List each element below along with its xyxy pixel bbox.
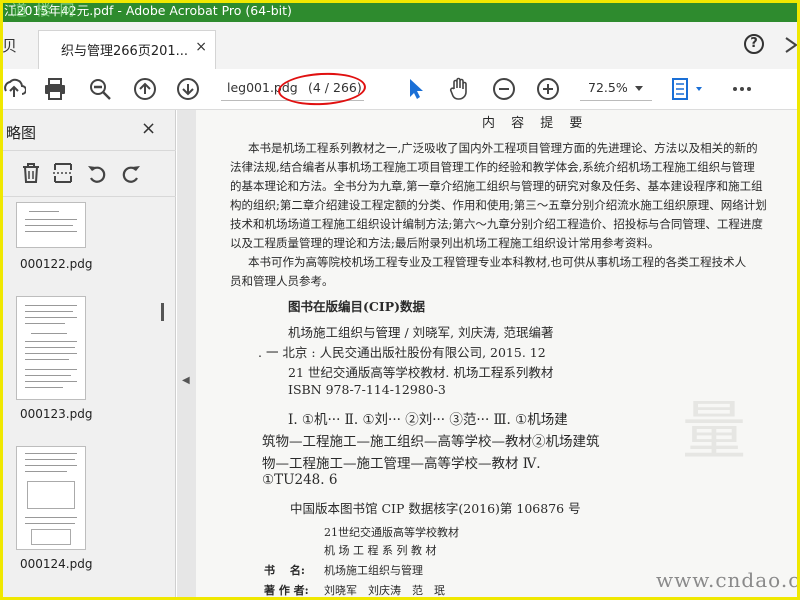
- page-thumbnail-000124[interactable]: [16, 446, 86, 550]
- summary-line: 法律法规,结合编者从事机场工程施工项目管理工作的经验和教学体会,系统介绍机场工程…: [230, 160, 755, 174]
- book-name-label: 书 名:: [264, 564, 305, 577]
- zoom-out-circle-icon[interactable]: [492, 77, 516, 101]
- page-down-icon[interactable]: [176, 77, 200, 101]
- cip-line: ISBN 978-7-114-12980-3: [288, 382, 446, 397]
- book-name-value: 机场施工组织与管理: [324, 564, 423, 577]
- classification-line: 物—工程施工—施工管理—高等学校—教材 Ⅳ.: [262, 456, 541, 472]
- site-watermark-top: 道 楼 网: [12, 1, 77, 19]
- insert-page-icon[interactable]: [52, 162, 74, 184]
- rotate-clockwise-icon[interactable]: [120, 162, 142, 184]
- thumbnail-label: 000122.pdg: [20, 257, 93, 271]
- help-icon[interactable]: ?: [744, 34, 764, 54]
- series-line: 21世纪交通版高等学校教材: [324, 526, 459, 539]
- panel-scrollbar-thumb[interactable]: [161, 303, 164, 321]
- page-thumbnail-000123[interactable]: [16, 296, 86, 400]
- window-edge-icon[interactable]: [784, 36, 798, 54]
- page-heading: 内 容 提 要: [482, 116, 589, 131]
- tab-active-document[interactable]: 织与管理266页201... ×: [38, 30, 216, 69]
- pdf-page: 量 内 容 提 要 本书是机场工程系列教材之一,广泛吸收了国内外工程项目管理方面…: [196, 110, 800, 600]
- classification-line: Ⅰ. ①机··· Ⅱ. ①刘··· ②刘··· ③范··· Ⅲ. ①机场建: [288, 412, 568, 428]
- author-label: 著 作 者:: [264, 584, 309, 597]
- toolbar: leg001.pdg (4 / 266) 72.5%: [0, 69, 800, 110]
- collapse-panel-arrow-icon[interactable]: ◀: [182, 375, 190, 386]
- cip-line: 21 世纪交通版高等学校教材. 机场工程系列教材: [288, 365, 554, 380]
- summary-line: 本书是机场工程系列教材之一,广泛吸收了国内外工程项目管理方面的先进理论、方法以及…: [248, 141, 758, 155]
- panel-divider-2: [0, 196, 176, 197]
- fit-page-icon[interactable]: [670, 77, 706, 101]
- delete-page-icon[interactable]: [20, 162, 42, 184]
- zoom-out-icon[interactable]: [88, 77, 112, 101]
- classification-line: 筑物—工程施工—施工组织—高等学校—教材②机场建筑: [262, 434, 600, 450]
- series-line: 机 场 工 程 系 列 教 材: [324, 544, 437, 557]
- select-cursor-icon[interactable]: [404, 77, 428, 101]
- page-thumbnail-000122[interactable]: [16, 202, 86, 248]
- print-icon[interactable]: [43, 77, 67, 101]
- tab-previous[interactable]: 贝: [0, 32, 40, 69]
- panel-close-icon[interactable]: ×: [141, 118, 156, 139]
- tab-label: 织与管理266页201...: [61, 44, 189, 59]
- thumbnail-panel: 略图 × 000122.pdg 000123.pdg 000124.pdg: [0, 110, 176, 600]
- thumbnail-label: 000124.pdg: [20, 557, 93, 571]
- summary-line: 技术和机场场道工程施工组织设计编制方法;第六～九章分别介绍工程造价、招投标与合同…: [230, 217, 763, 231]
- zoom-underline: [580, 100, 652, 101]
- red-annotation-ellipse: [277, 70, 367, 108]
- thumbnail-label: 000123.pdg: [20, 407, 93, 421]
- panel-title: 略图: [6, 124, 37, 142]
- title-bar: 江2015年42元.pdf - Adobe Acrobat Pro (64-bi…: [0, 0, 800, 22]
- site-watermark-footer: www.cndao.com: [656, 568, 800, 592]
- author-value: 刘晓军 刘庆涛 范 珉: [324, 584, 445, 597]
- cip-line: . 一 北京 : 人民交通出版社股份有限公司, 2015. 12: [258, 345, 546, 360]
- cip-line: 机场施工组织与管理 / 刘晓军, 刘庆涛, 范珉编著: [288, 325, 554, 340]
- summary-line: 构的组织;第二章介绍建设工程定额的分类、作用和使用;第三～五章分别介绍流水施工组…: [230, 198, 767, 212]
- tab-close-icon[interactable]: ×: [195, 39, 207, 55]
- panel-divider: [0, 150, 176, 151]
- summary-line: 的基本理论和方法。全书分为九章,第一章介绍施工组织与管理的研究对象及任务、基本建…: [230, 179, 763, 193]
- classification-line: ①TU248. 6: [262, 472, 338, 488]
- hand-icon[interactable]: [447, 77, 471, 101]
- summary-line: 员和管理人员参考。: [230, 274, 334, 288]
- summary-line: 本书可作为高等院校机场工程专业及工程管理专业本科教材,也可供从事机场工程的各类工…: [248, 255, 747, 269]
- more-options-icon[interactable]: [730, 77, 754, 101]
- cip-title: 图书在版编目(CIP)数据: [288, 299, 426, 314]
- zoom-level-select[interactable]: 72.5%: [588, 80, 628, 95]
- page-up-icon[interactable]: [133, 77, 157, 101]
- zoom-in-circle-icon[interactable]: [536, 77, 560, 101]
- rotate-counterclockwise-icon[interactable]: [86, 162, 108, 184]
- summary-line: 以及工程质量管理的理论和方法;最后附录列出机场工程施工组织设计常用参考资料。: [230, 236, 660, 250]
- page-ghost-graphic: 量: [682, 395, 746, 469]
- tab-bar: 贝 织与管理266页201... ×: [0, 22, 800, 70]
- upload-icon[interactable]: [2, 77, 26, 101]
- cip-core-number: 中国版本图书馆 CIP 数据核字(2016)第 106876 号: [290, 501, 581, 516]
- zoom-dropdown-chevron-icon[interactable]: [634, 85, 644, 93]
